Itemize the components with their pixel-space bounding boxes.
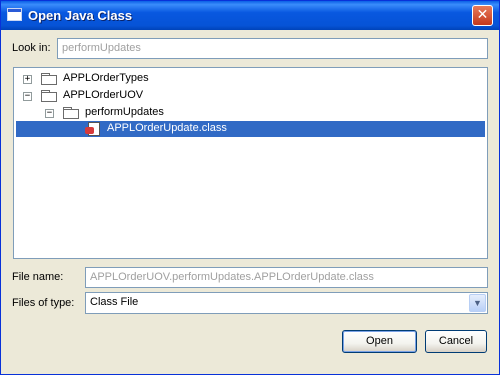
folder-icon xyxy=(41,73,57,85)
tree-node-applorderupdate-class[interactable]: APPLOrderUpdate.class xyxy=(16,121,485,137)
file-name-label: File name: xyxy=(12,271,64,283)
file-name-field[interactable]: APPLOrderUOV.performUpdates.APPLOrderUpd… xyxy=(85,267,488,288)
title-bar[interactable]: Open Java Class ✕ xyxy=(1,1,499,30)
tree-node-label: performUpdates xyxy=(85,106,164,118)
window-icon xyxy=(7,8,22,21)
files-of-type-label: Files of type: xyxy=(12,297,75,309)
file-tree[interactable]: + APPLOrderTypes − APPLOrderUOV − perfor… xyxy=(13,67,488,259)
chevron-down-icon[interactable]: ▼ xyxy=(469,294,486,312)
tree-node-applorderuov[interactable]: − APPLOrderUOV xyxy=(14,88,484,104)
files-of-type-value: Class File xyxy=(90,296,139,308)
tree-node-applordertypes[interactable]: + APPLOrderTypes xyxy=(14,71,484,87)
expand-icon[interactable]: + xyxy=(23,75,32,84)
open-java-class-dialog: Open Java Class ✕ Look in: performUpdate… xyxy=(0,0,500,375)
collapse-icon[interactable]: − xyxy=(45,109,54,118)
look-in-label: Look in: xyxy=(12,42,51,54)
tree-node-label: APPLOrderTypes xyxy=(63,72,149,84)
close-button[interactable]: ✕ xyxy=(472,5,493,26)
tree-node-performupdates[interactable]: − performUpdates xyxy=(14,105,484,121)
cancel-button[interactable]: Cancel xyxy=(425,330,487,353)
files-of-type-select[interactable]: Class File ▼ xyxy=(85,292,488,314)
class-file-icon xyxy=(85,122,101,136)
folder-open-icon xyxy=(63,107,79,119)
tree-node-label: APPLOrderUpdate.class xyxy=(107,122,227,134)
look-in-field[interactable]: performUpdates xyxy=(57,38,488,59)
window-title: Open Java Class xyxy=(28,8,133,23)
tree-node-label: APPLOrderUOV xyxy=(63,89,144,101)
collapse-icon[interactable]: − xyxy=(23,92,32,101)
open-button[interactable]: Open xyxy=(342,330,417,353)
folder-icon xyxy=(41,90,57,102)
